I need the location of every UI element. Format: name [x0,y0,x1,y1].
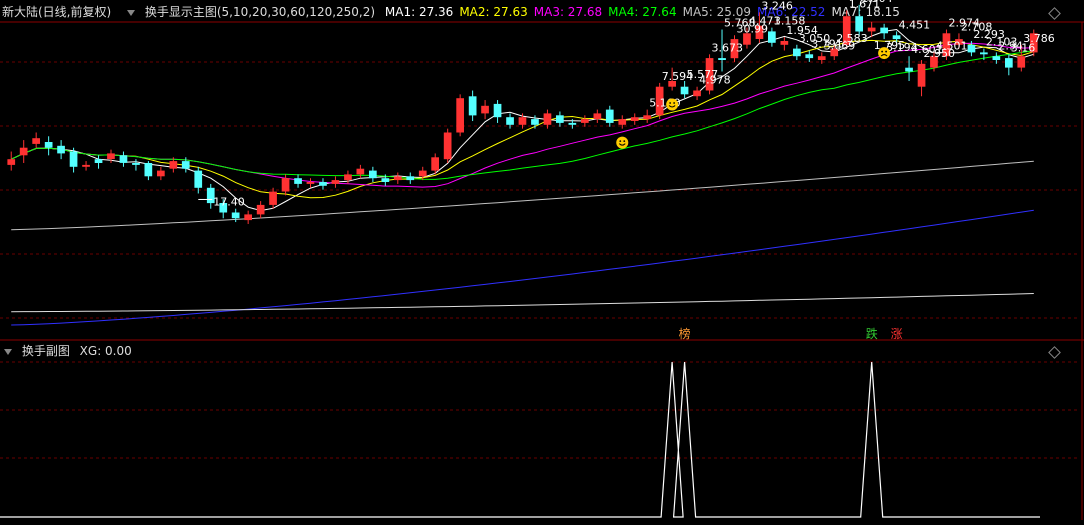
candle-body [1005,58,1013,68]
candle-body [94,159,103,163]
ma7-line [11,293,1034,313]
candle-body [194,170,203,188]
candle-body [256,204,265,215]
candle-body [543,113,552,125]
smiley-eye [885,50,888,53]
candle-body [7,159,16,165]
candle-body [443,132,452,160]
candle-body [905,67,913,72]
turnover-label: 2.583 [836,32,868,45]
candle-body [181,161,190,169]
candle-body [144,163,153,177]
candle-body [593,113,602,120]
candle-body [69,151,78,167]
candle-body [518,117,527,125]
candle-body [967,44,976,53]
day-tag: 跌 [866,326,878,341]
candle-body [680,86,689,95]
candle-body [506,117,514,125]
candle-body [393,176,402,181]
candle-body [618,119,627,125]
chart-canvas[interactable]: 17.405.1607.5945.5774.9783.6735.76830.99… [0,0,1084,525]
candle-body [132,163,140,165]
candle-body [244,214,252,221]
candle-body [1017,56,1026,68]
candle-body [581,119,589,123]
candle-body [344,174,352,181]
candle-body [768,31,776,43]
candle-body [44,142,53,148]
candle-body [980,52,988,55]
smiley-eye [673,102,676,104]
candle-body [107,153,115,160]
candle-body [281,178,290,192]
candle-body [992,56,1001,60]
turnover-label: 17.40 [213,196,245,209]
ma6-line [11,209,1034,326]
candle-body [331,180,340,184]
candle-body [531,119,539,125]
candle-body [381,178,390,182]
candle-body [294,178,302,184]
candle-body [431,157,439,171]
turnover-label: 4.501 [936,39,968,52]
candle-body [269,191,277,205]
turnover-label: 3.673 [712,41,744,54]
candle-body [319,182,327,186]
turnover-label: 1.504 [861,0,893,5]
candle-body [855,16,863,32]
candle-body [867,27,876,32]
candle-body [468,96,477,116]
candle-body [32,138,40,144]
turnover-label: 3.246 [761,0,793,12]
candle-body [19,147,28,156]
candle-body [157,170,165,177]
turnover-label: 4.978 [699,74,731,87]
candle-body [568,122,577,125]
candle-body [57,145,65,154]
candle-body [556,115,564,123]
candle-body [780,41,789,45]
smiley-happy-icon [616,136,629,149]
candle-body [481,105,489,114]
candle-body [693,90,701,97]
candle-body [418,170,427,177]
smiley-eye [669,102,672,104]
smiley-happy-icon [666,98,679,111]
candle-body [630,117,639,121]
turnover-label: 3.786 [1023,32,1055,45]
candle-body [643,115,651,120]
candle-body [605,109,614,123]
candle-body [456,98,464,133]
candle-body [493,103,502,118]
day-tag: 涨 [891,326,903,341]
candle-body [817,56,826,60]
candle-body [82,164,90,167]
candle-body [369,170,377,179]
smiley-eye [619,140,622,143]
day-tag: 榜 [679,326,691,341]
candle-body [169,161,178,169]
candle-body [306,182,315,184]
candle-body [119,155,128,163]
candle-body [356,168,365,175]
xg-signal-line [0,361,1040,518]
candle-body [718,58,726,60]
candle-body [880,27,888,34]
smiley-eye [623,140,626,143]
candle-body [231,212,240,219]
candle-body [805,54,814,59]
candle-body [917,63,926,87]
turnover-label: 4.451 [899,18,931,31]
candle-body [406,176,415,181]
candle-body [793,48,801,57]
smiley-eye [881,50,884,53]
smiley-sad-icon [878,47,891,60]
